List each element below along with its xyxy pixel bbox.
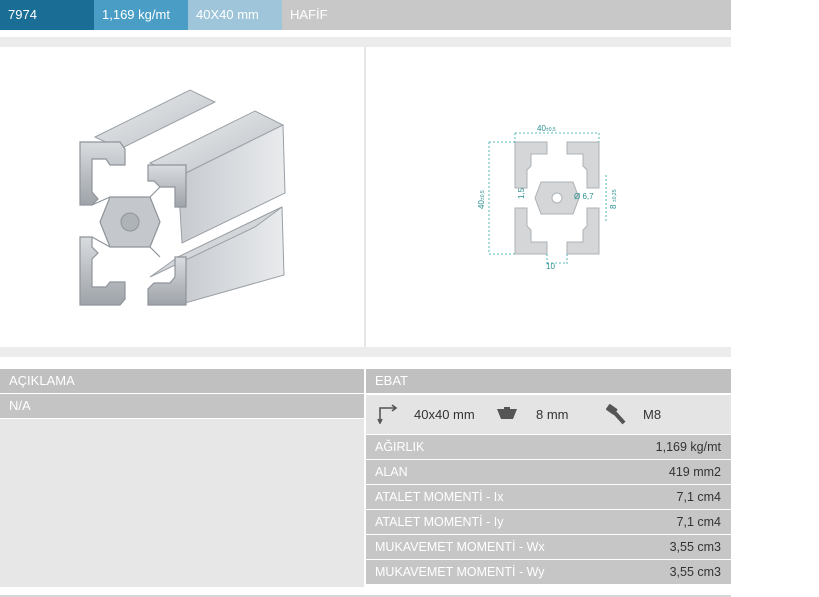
property-value: 7,1 cm4 [676,515,721,529]
property-label: MUKAVEMET MOMENTİ - Wy [375,565,545,579]
product-weight-tag: 1,169 kg/mt [94,0,188,30]
property-value: 419 mm2 [668,465,721,479]
drawing-bottom-label: 10 [546,262,555,271]
drawing-width-tol: ±0,5 [546,127,556,133]
property-label: ALAN [375,465,408,479]
property-label: MUKAVEMET MOMENTİ - Wx [375,540,545,554]
property-label: ATALET MOMENTİ - Ix [375,490,504,504]
drawing-slot-label: 8 [609,204,618,209]
property-value: 1,169 kg/mt [655,440,721,454]
property-row: ATALET MOMENTİ - Ix 7,1 cm4 [366,485,731,509]
product-tag-bar: 7974 1,169 kg/mt 40X40 mm HAFİF [0,0,731,30]
dimensions-header: EBAT [366,369,731,393]
property-row: ATALET MOMENTİ - Iy 7,1 cm4 [366,510,731,534]
bolt-icon [606,404,626,425]
description-value: N/A [0,394,364,418]
drawing-slot-tol: ±0,25 [612,189,618,202]
dimension-spec-row: 40x40 mm 8 mm M8 [366,395,731,434]
property-label: AĞIRLIK [375,440,425,454]
property-label: ATALET MOMENTİ - Iy [375,515,504,529]
product-code-tag: 7974 [0,0,94,30]
dimension-size-value: 40x40 mm [414,407,475,422]
description-body [0,419,364,587]
separator [0,37,731,47]
product-size-tag: 40X40 mm [188,0,282,30]
property-row: AĞIRLIK 1,169 kg/mt [366,435,731,459]
property-row: MUKAVEMET MOMENTİ - Wx 3,55 cm3 [366,535,731,559]
property-row: MUKAVEMET MOMENTİ - Wy 3,55 cm3 [366,560,731,584]
dimension-slot-value: 8 mm [536,407,569,422]
separator [0,347,731,357]
property-value: 7,1 cm4 [676,490,721,504]
technical-drawing-panel: 40 ±0,5 40 ±0,5 1,5 Ø 6,7 8 ±0,25 10 [366,47,731,347]
profile-3d-image [79,89,286,306]
drawing-bore-label: Ø 6,7 [574,192,594,201]
property-value: 3,55 cm3 [669,540,721,554]
profile-cross-section-drawing: 40 ±0,5 40 ±0,5 1,5 Ø 6,7 8 ±0,25 10 [477,124,618,271]
drawing-height-tol: ±0,5 [480,190,486,200]
dimension-bolt-value: M8 [643,407,662,422]
property-value: 3,55 cm3 [669,565,721,579]
product-3d-image-panel [0,47,364,347]
size-arrows-icon [377,404,398,424]
description-header: AÇIKLAMA [0,369,364,393]
drawing-wall-label: 1,5 [517,187,526,199]
product-type-tag: HAFİF [290,7,328,22]
slot-nut-icon [497,407,517,419]
property-row: ALAN 419 mm2 [366,460,731,484]
